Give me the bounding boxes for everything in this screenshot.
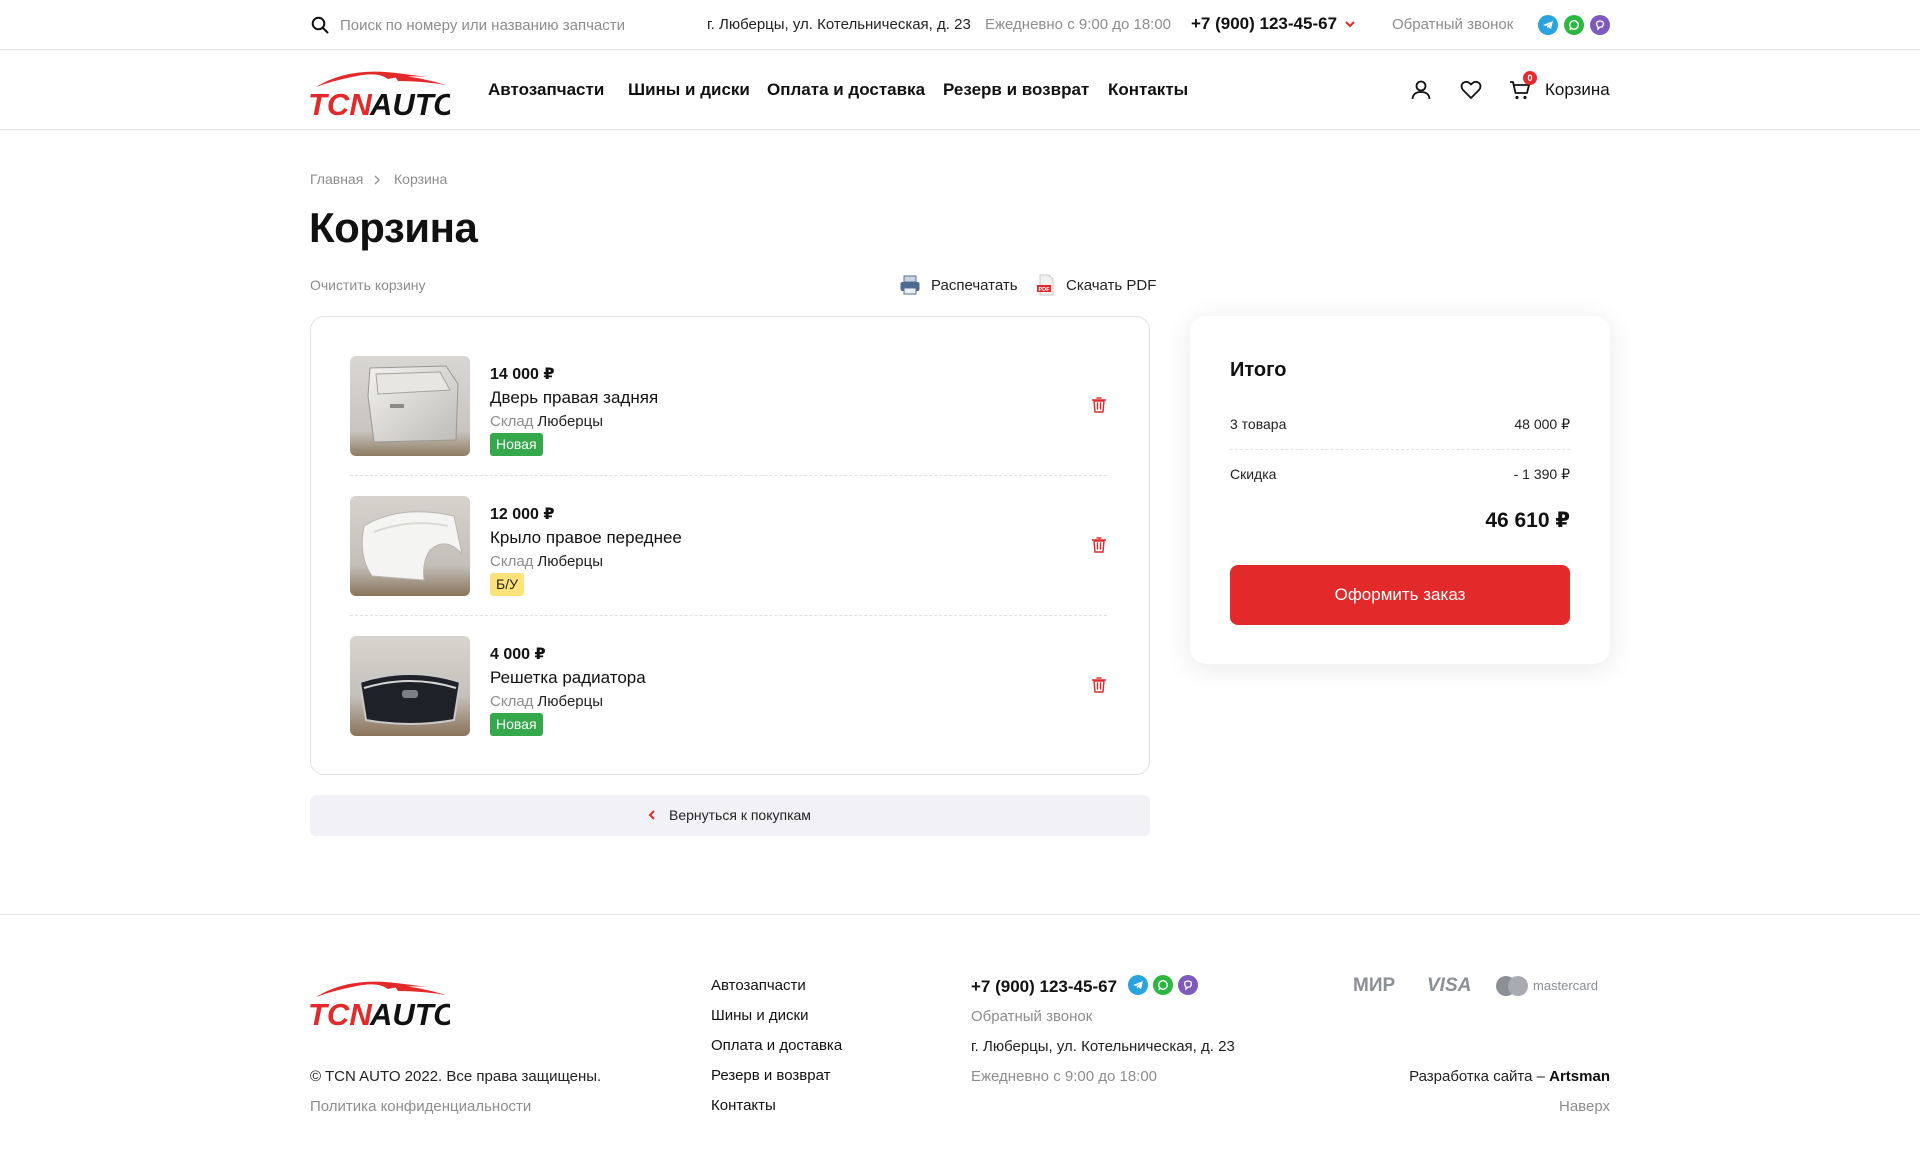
stock-label: Склад — [490, 693, 534, 710]
condition-badge-used: Б/У — [490, 573, 524, 596]
top-phone[interactable]: +7 (900) 123-45-67 — [1191, 14, 1337, 34]
summary-title: Итого — [1230, 359, 1287, 381]
developer-name: Artsman — [1549, 1068, 1610, 1085]
logo-text-red: TCN — [308, 87, 372, 119]
footer — [0, 914, 1920, 1176]
stock-label: Склад — [490, 553, 534, 570]
footer-link-payment[interactable]: Оплата и доставка — [711, 1037, 842, 1054]
logo-text-black: AUTO — [369, 997, 450, 1029]
mastercard-icon — [1496, 976, 1528, 996]
top-hours: Ежедневно с 9:00 до 18:00 — [985, 16, 1172, 33]
item-stock: Склад Люберцы — [490, 413, 603, 430]
logo-text-black: AUTO — [369, 87, 450, 119]
order-summary-panel: Итого 3 товара 48 000 ₽ Скидка - 1 390 ₽… — [1190, 316, 1610, 664]
footer-link-reserve[interactable]: Резерв и возврат — [711, 1067, 830, 1084]
search-input[interactable] — [340, 14, 670, 36]
item-name[interactable]: Крыло правое переднее — [490, 528, 682, 548]
trash-icon[interactable] — [1091, 536, 1107, 554]
footer-callback-link[interactable]: Обратный звонок — [971, 1008, 1092, 1025]
breadcrumb-home[interactable]: Главная — [310, 171, 363, 187]
telegram-icon[interactable] — [1128, 975, 1148, 995]
stock-value: Люберцы — [537, 413, 603, 430]
mastercard-label: mastercard — [1533, 978, 1599, 993]
back-to-top-link[interactable]: Наверх — [1559, 1098, 1610, 1115]
stock-value: Люберцы — [537, 553, 603, 570]
pdf-icon-label: PDF — [1039, 287, 1051, 293]
summary-divider — [1230, 449, 1570, 450]
viber-icon[interactable] — [1178, 975, 1198, 995]
chevron-left-icon — [648, 810, 655, 820]
download-pdf-button[interactable]: Скачать PDF — [1066, 277, 1156, 294]
trash-icon[interactable] — [1091, 676, 1107, 694]
page-title: Корзина — [309, 204, 478, 251]
footer-copyright: © TCN AUTO 2022. Все права защищены. — [310, 1068, 602, 1085]
visa-logo: VISA — [1427, 975, 1472, 996]
whatsapp-icon[interactable] — [1564, 15, 1584, 35]
footer-logo[interactable]: TCN AUTO — [308, 973, 450, 1029]
back-to-shopping-label: Вернуться к покупкам — [669, 807, 811, 823]
place-order-button[interactable]: Оформить заказ — [1230, 565, 1570, 625]
nav-item-contacts[interactable]: Контакты — [1108, 80, 1188, 100]
product-image-grille[interactable] — [350, 636, 470, 736]
chevron-down-icon[interactable] — [1344, 18, 1356, 30]
cart-item: 4 000 ₽ Решетка радиатора Склад Люберцы Н… — [350, 636, 1107, 736]
item-stock: Склад Люберцы — [490, 553, 603, 570]
back-to-shopping-button[interactable]: Вернуться к покупкам — [310, 795, 1150, 836]
footer-link-tires[interactable]: Шины и диски — [711, 1007, 808, 1024]
footer-link-contacts[interactable]: Контакты — [711, 1097, 776, 1114]
summary-discount-label: Скидка — [1230, 466, 1277, 482]
developer-credit[interactable]: Разработка сайта – Artsman — [1409, 1068, 1610, 1085]
condition-badge-new: Новая — [490, 713, 543, 736]
user-icon[interactable] — [1409, 78, 1433, 102]
item-price: 12 000 ₽ — [490, 506, 555, 523]
heart-icon[interactable] — [1459, 78, 1483, 102]
viber-icon[interactable] — [1590, 15, 1610, 35]
item-price: 14 000 ₽ — [490, 366, 555, 383]
trash-icon[interactable] — [1091, 396, 1107, 414]
clear-cart-link[interactable]: Очистить корзину — [310, 277, 426, 293]
footer-hours: Ежедневно с 9:00 до 18:00 — [971, 1068, 1158, 1085]
site-logo[interactable]: TCN AUTO — [308, 63, 450, 119]
item-price: 4 000 ₽ — [490, 646, 546, 663]
pdf-icon[interactable]: PDF — [1035, 274, 1057, 296]
item-name[interactable]: Решетка радиатора — [490, 668, 646, 688]
cart-item: 14 000 ₽ Дверь правая задняя Склад Люберц… — [350, 356, 1107, 456]
telegram-icon[interactable] — [1538, 15, 1558, 35]
top-callback-link[interactable]: Обратный звонок — [1392, 16, 1513, 33]
item-stock: Склад Люберцы — [490, 693, 603, 710]
stock-value: Люберцы — [537, 693, 603, 710]
developer-prefix: Разработка сайта – — [1409, 1068, 1550, 1085]
footer-phone[interactable]: +7 (900) 123-45-67 — [971, 977, 1117, 997]
product-image-door[interactable] — [350, 356, 470, 456]
whatsapp-icon[interactable] — [1153, 975, 1173, 995]
item-name[interactable]: Дверь правая задняя — [490, 388, 658, 408]
item-divider — [350, 475, 1107, 476]
summary-total: 46 610 ₽ — [1485, 509, 1570, 532]
stock-label: Склад — [490, 413, 534, 430]
search-icon[interactable] — [311, 16, 329, 34]
footer-address: г. Люберцы, ул. Котельническая, д. 23 — [971, 1038, 1235, 1055]
print-button[interactable]: Распечатать — [931, 277, 1018, 294]
nav-item-payment[interactable]: Оплата и доставка — [767, 80, 925, 100]
chevron-right-icon — [374, 175, 381, 185]
top-address: г. Люберцы, ул. Котельническая, д. 23 — [707, 16, 971, 33]
cart-label[interactable]: Корзина — [1545, 80, 1610, 100]
privacy-policy-link[interactable]: Политика конфиденциальности — [310, 1098, 531, 1115]
nav-item-parts[interactable]: Автозапчасти — [488, 80, 604, 100]
printer-icon[interactable] — [899, 274, 921, 296]
product-image-fender[interactable] — [350, 496, 470, 596]
item-divider — [350, 615, 1107, 616]
nav-item-tires[interactable]: Шины и диски — [628, 80, 750, 100]
cart-count-badge: 0 — [1523, 71, 1537, 85]
summary-discount-value: - 1 390 ₽ — [1513, 466, 1570, 482]
cart-item: 12 000 ₽ Крыло правое переднее Склад Любе… — [350, 496, 1107, 596]
summary-items-label: 3 товара — [1230, 416, 1287, 432]
summary-items-value: 48 000 ₽ — [1514, 416, 1570, 432]
condition-badge-new: Новая — [490, 433, 543, 456]
nav-item-reserve[interactable]: Резерв и возврат — [943, 80, 1089, 100]
breadcrumb-current: Корзина — [394, 171, 448, 187]
footer-link-parts[interactable]: Автозапчасти — [711, 977, 806, 994]
logo-text-red: TCN — [308, 997, 372, 1029]
mir-logo: МИР — [1353, 975, 1396, 996]
